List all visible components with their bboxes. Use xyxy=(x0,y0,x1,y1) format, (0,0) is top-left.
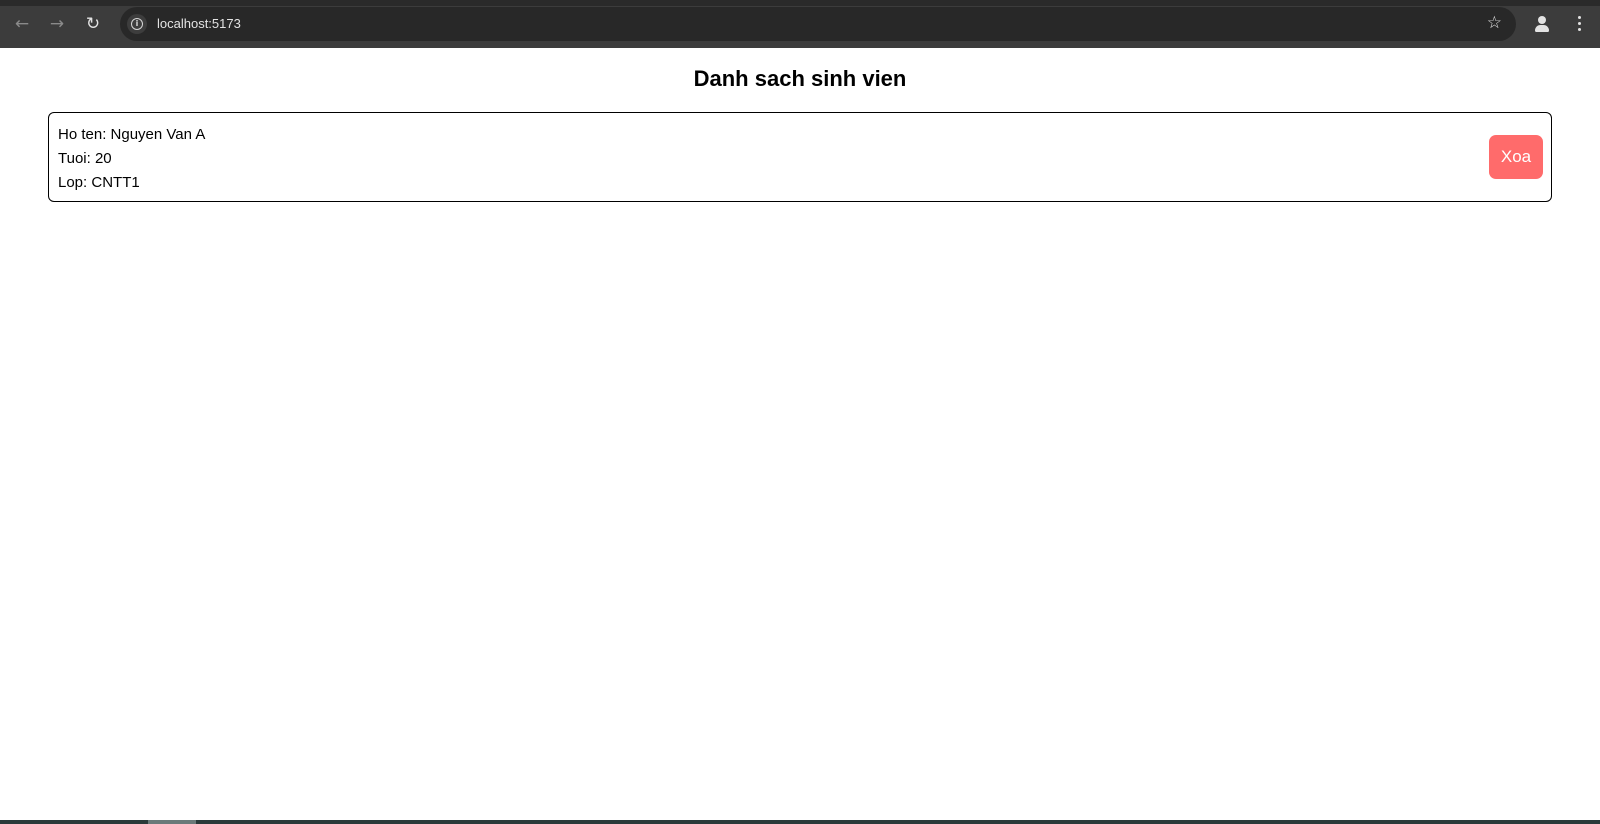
page-title: Danh sach sinh vien xyxy=(693,66,907,91)
student-info: Ho ten: Nguyen Van A Tuoi: 20 Lop: CNTT1 xyxy=(58,123,205,195)
delete-button[interactable]: Xoa xyxy=(1489,135,1543,179)
student-card: Ho ten: Nguyen Van A Tuoi: 20 Lop: CNTT1… xyxy=(48,112,1552,202)
profile-head xyxy=(1538,16,1546,24)
bookmark-star-icon[interactable]: ☆ xyxy=(1487,13,1502,33)
site-info-icon[interactable]: i xyxy=(127,14,147,34)
reload-icon[interactable]: ↻ xyxy=(81,12,105,36)
student-class: Lop: CNTT1 xyxy=(58,174,140,191)
url-text[interactable]: localhost:5173 xyxy=(157,16,241,31)
student-name: Ho ten: Nguyen Van A xyxy=(58,126,206,143)
profile-body xyxy=(1535,25,1549,32)
info-icon: i xyxy=(131,18,143,30)
page-content: Danh sach sinh vien Ho ten: Nguyen Van A… xyxy=(0,48,1600,820)
address-bar[interactable]: i localhost:5173 ☆ xyxy=(120,7,1516,41)
tab-strip xyxy=(0,0,1600,6)
profile-icon[interactable] xyxy=(1531,13,1553,35)
forward-arrow-icon[interactable]: → xyxy=(45,12,69,36)
back-arrow-icon[interactable]: ← xyxy=(10,12,34,36)
bottom-scroll-strip xyxy=(0,820,1600,824)
browser-toolbar: ← → ↻ i localhost:5173 ☆ xyxy=(0,0,1600,48)
student-age: Tuoi: 20 xyxy=(58,150,112,167)
more-menu-icon[interactable] xyxy=(1570,14,1590,34)
scroll-thumb[interactable] xyxy=(148,820,196,824)
